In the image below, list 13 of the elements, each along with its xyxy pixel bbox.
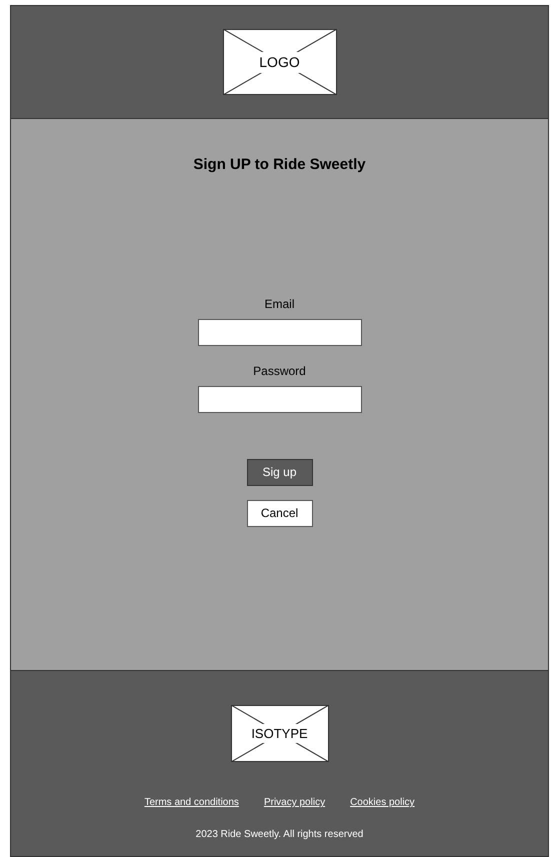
field-label: Email: [264, 296, 294, 312]
sign-up-button[interactable]: Sig up: [246, 458, 312, 486]
page-title: Sign UP to Ride Sweetly: [193, 155, 366, 175]
input-field[interactable]: [198, 386, 362, 412]
logo-text: LOGO: [258, 52, 301, 72]
field-label: Password: [253, 362, 306, 380]
copyright-text: 2023 Ride Sweetly. All rights reserved: [196, 828, 364, 842]
cancel-button[interactable]: Cancel: [246, 500, 312, 526]
footer-link[interactable]: Cookies policy: [350, 795, 415, 810]
footer-link[interactable]: Terms and conditions: [144, 795, 239, 810]
isotype-text: ISOTYPE: [250, 724, 309, 744]
input-field[interactable]: [198, 318, 362, 346]
footer-link[interactable]: Privacy policy: [264, 795, 326, 810]
